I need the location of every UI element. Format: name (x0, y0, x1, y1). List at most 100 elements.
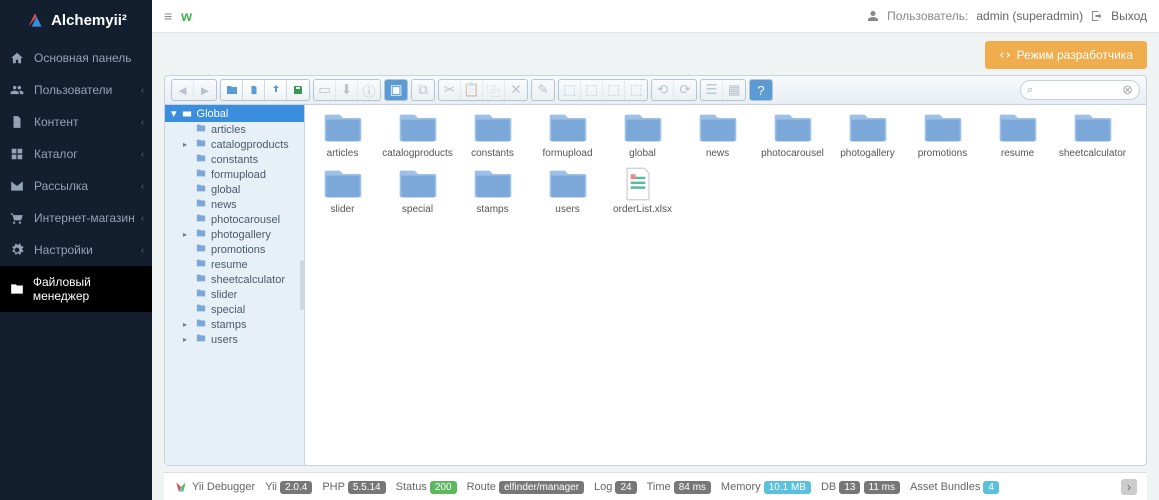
time-badge: 84 ms (674, 481, 711, 494)
save-button[interactable] (287, 80, 309, 100)
file-item[interactable]: global (605, 111, 680, 159)
tree-item[interactable]: constants (165, 152, 304, 167)
bundles-label: Asset Bundles (910, 481, 980, 493)
tree-item[interactable]: formupload (165, 167, 304, 182)
folder-icon (1073, 111, 1113, 145)
search-input[interactable] (1033, 84, 1122, 96)
brand-logo[interactable]: Alchemyii² (0, 0, 152, 42)
folder-icon (195, 243, 207, 256)
sidebar-item-mailing[interactable]: Рассылка‹ (0, 170, 152, 202)
log-badge: 24 (615, 481, 636, 494)
sidebar-item-catalog[interactable]: Каталог‹ (0, 138, 152, 170)
tree-item[interactable]: articles (165, 122, 304, 137)
tree-item[interactable]: promotions (165, 242, 304, 257)
file-label: global (629, 148, 656, 159)
sidebar-item-shop[interactable]: Интернет-магазин‹ (0, 202, 152, 234)
folder-icon (323, 111, 363, 145)
file-item[interactable]: articles (305, 111, 380, 159)
tree-item-label: photogallery (211, 229, 271, 241)
logout-link[interactable]: Выход (1111, 9, 1147, 23)
tree-item[interactable]: photocarousel (165, 212, 304, 227)
tree-item[interactable]: ▸catalogproducts (165, 137, 304, 152)
tree-item[interactable]: ▸photogallery (165, 227, 304, 242)
rename-button[interactable]: ✎ (532, 80, 554, 100)
tree-item[interactable]: global (165, 182, 304, 197)
tree-item[interactable]: slider (165, 287, 304, 302)
sidebar-item-label: Интернет-магазин (34, 211, 135, 225)
sidebar-item-settings[interactable]: Настройки‹ (0, 234, 152, 266)
file-item[interactable]: users (530, 167, 605, 215)
view-list-button[interactable]: ☰ (701, 80, 723, 100)
info-button[interactable]: ⓘ (358, 80, 380, 100)
download-button[interactable]: ⬇ (336, 80, 358, 100)
menu-toggle-icon[interactable]: ≡ (164, 8, 171, 24)
search-box[interactable]: ⌕ ⊗ (1020, 80, 1140, 100)
open-button[interactable]: ▭ (314, 80, 336, 100)
new-file-button[interactable] (243, 80, 265, 100)
memory-badge: 10.1 MB (764, 481, 811, 494)
file-item[interactable]: constants (455, 111, 530, 159)
tree-item[interactable]: special (165, 302, 304, 317)
user-name-link[interactable]: admin (superadmin) (976, 9, 1083, 23)
sidebar-item-dashboard[interactable]: Основная панель (0, 42, 152, 74)
tree-item-label: promotions (211, 244, 265, 256)
file-item[interactable]: photocarousel (755, 111, 830, 159)
preview-button[interactable]: ▣ (385, 80, 407, 100)
mail-icon (10, 179, 26, 193)
file-item[interactable]: formupload (530, 111, 605, 159)
cut-button[interactable]: ✂ (439, 80, 461, 100)
file-item[interactable]: special (380, 167, 455, 215)
tree-item[interactable]: news (165, 197, 304, 212)
file-item[interactable]: news (680, 111, 755, 159)
tree-item[interactable]: ▸stamps (165, 317, 304, 332)
file-icon (623, 167, 663, 201)
tree-item[interactable]: resume (165, 257, 304, 272)
sidebar-item-filemanager[interactable]: Файловый менеджер (0, 266, 152, 312)
flip-button[interactable]: ⟳ (674, 80, 696, 100)
view-icons-button[interactable]: ▦ (723, 80, 745, 100)
sidebar-item-content[interactable]: Контент‹ (0, 106, 152, 138)
tree-root[interactable]: ▾ Global (165, 105, 304, 122)
duplicate-button[interactable]: ⿻ (483, 80, 505, 100)
file-item[interactable]: catalogproducts (380, 111, 455, 159)
chevron-left-icon: ‹ (141, 149, 144, 159)
file-label: orderList.xlsx (613, 204, 672, 215)
clear-search-icon[interactable]: ⊗ (1122, 82, 1133, 98)
file-item[interactable]: promotions (905, 111, 980, 159)
file-item[interactable]: sheetcalculator (1055, 111, 1130, 159)
tree-item[interactable]: ▸users (165, 332, 304, 347)
file-item[interactable]: resume (980, 111, 1055, 159)
copy-button[interactable]: ⧉ (412, 80, 434, 100)
back-button[interactable]: ◄ (172, 80, 194, 100)
crop-button[interactable]: ⬚ (625, 80, 647, 100)
forward-button[interactable]: ► (194, 80, 216, 100)
file-label: formupload (542, 148, 592, 159)
db-time-badge: 11 ms (864, 481, 901, 494)
w-button[interactable]: w (181, 8, 192, 24)
file-item[interactable]: stamps (455, 167, 530, 215)
tree-item[interactable]: sheetcalculator (165, 272, 304, 287)
sidebar-item-users[interactable]: Пользователи‹ (0, 74, 152, 106)
upload-button[interactable] (265, 80, 287, 100)
extract-button[interactable]: ⬚ (559, 80, 581, 100)
dev-mode-button[interactable]: Режим разработчика (985, 41, 1147, 69)
paste-button[interactable]: 📋 (461, 80, 483, 100)
file-item[interactable]: slider (305, 167, 380, 215)
folder-icon (998, 111, 1038, 145)
folder-icon (195, 138, 207, 151)
new-folder-button[interactable] (221, 80, 243, 100)
folder-icon (548, 167, 588, 201)
help-button[interactable]: ? (750, 80, 772, 100)
resize-button[interactable]: ⬚ (603, 80, 625, 100)
fm-files[interactable]: articlescatalogproductsconstants formuplo… (305, 105, 1146, 465)
main: ≡ w Пользователь: admin (superadmin) Вых… (152, 0, 1159, 500)
yii-debugger-logo[interactable]: Yii Debugger (174, 480, 255, 494)
debug-expand-button[interactable]: › (1121, 479, 1137, 495)
file-item[interactable]: photogallery (830, 111, 905, 159)
archive-button[interactable]: ⬚ (581, 80, 603, 100)
tree-root-label: Global (197, 108, 229, 120)
rotate-button[interactable]: ⟲ (652, 80, 674, 100)
delete-button[interactable]: ✕ (505, 80, 527, 100)
file-item[interactable]: orderList.xlsx (605, 167, 680, 215)
tree-resize-handle[interactable] (300, 260, 304, 310)
